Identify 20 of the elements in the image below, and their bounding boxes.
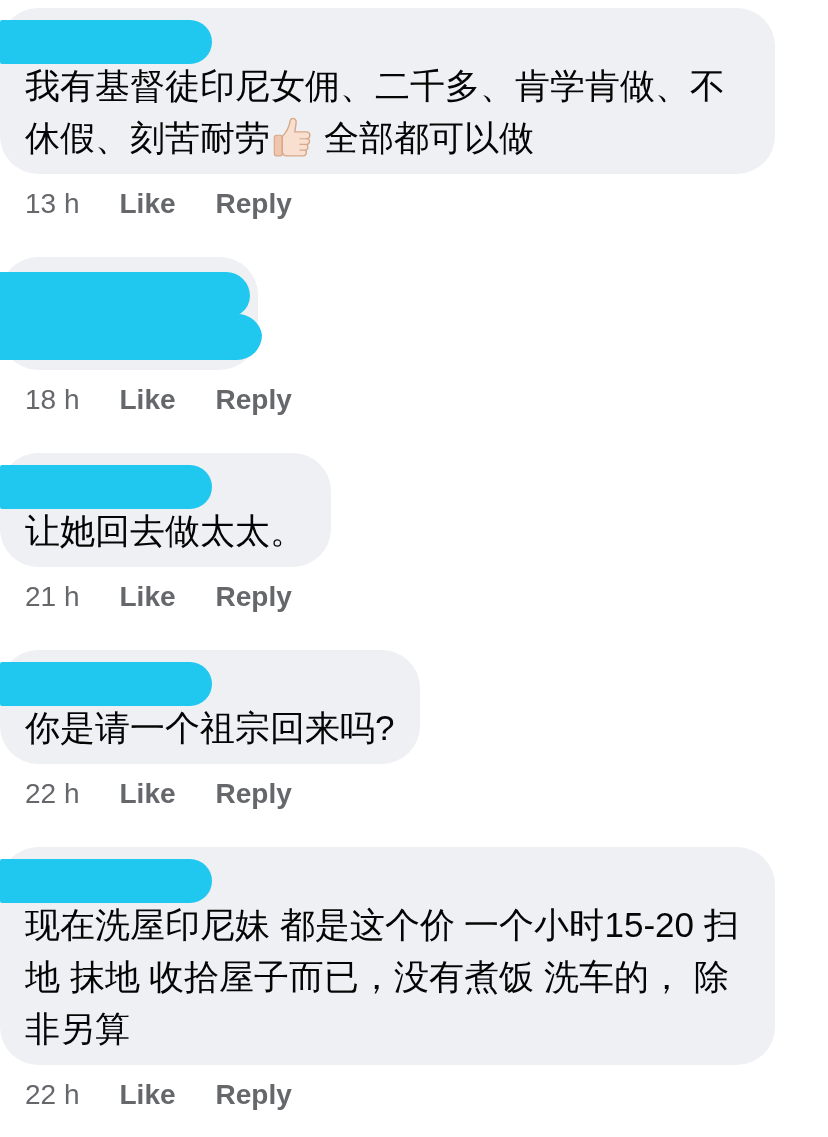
reply-action[interactable]: Reply xyxy=(215,1079,292,1111)
reply-action[interactable]: Reply xyxy=(215,384,292,416)
comment-time: 21 h xyxy=(25,581,80,613)
comment-time: 18 h xyxy=(25,384,80,416)
comment-text: 让她回去做太太。 xyxy=(25,510,305,552)
like-action[interactable]: Like xyxy=(119,384,176,416)
comment-time: 22 h xyxy=(25,1079,80,1111)
comment-text: 你是请一个祖宗回来吗? xyxy=(25,707,395,749)
reply-action[interactable]: Reply xyxy=(215,188,292,220)
like-action[interactable]: Like xyxy=(119,778,176,810)
thumbs-up-icon xyxy=(272,117,312,157)
comment-time: 22 h xyxy=(25,778,80,810)
like-action[interactable]: Like xyxy=(119,1079,176,1111)
comment-time: 13 h xyxy=(25,188,80,220)
comment-text: 我有基督徒印尼女佣、二千多、肯学肯做、不休假、刻苦耐劳 全部都可以做 xyxy=(25,65,726,159)
reply-action[interactable]: Reply xyxy=(215,778,292,810)
reply-action[interactable]: Reply xyxy=(215,581,292,613)
like-action[interactable]: Like xyxy=(119,188,176,220)
like-action[interactable]: Like xyxy=(119,581,176,613)
comment-text: 现在洗屋印尼妹 都是这个价 一个小时15-20 扫地 抹地 收拾屋子而已，没有煮饭 洗车的， 除非另算 xyxy=(25,904,740,1050)
